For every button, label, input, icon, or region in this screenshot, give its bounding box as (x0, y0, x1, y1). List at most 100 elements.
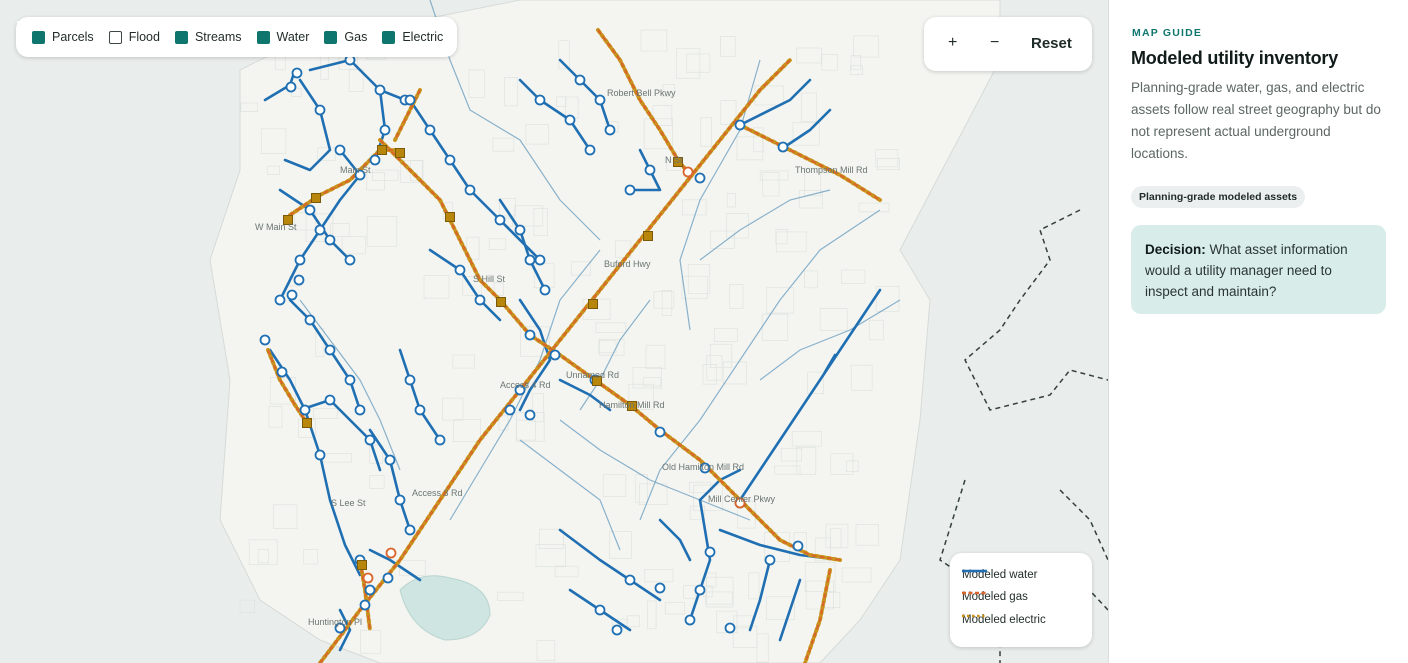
water-valve (314, 224, 326, 236)
layer-label: Gas (344, 30, 368, 44)
label-unnamed: Unnamed Rd (566, 370, 619, 380)
checkbox-icon[interactable] (108, 30, 122, 44)
legend-item-water: Modeled water (962, 569, 1037, 581)
water-valve (464, 184, 476, 196)
water-valve (304, 204, 316, 216)
layer-label: Streams (194, 30, 242, 44)
water-valve (314, 449, 326, 461)
map-guide-sidebar: MAP GUIDE Modeled utility inventory Plan… (1108, 0, 1408, 663)
water-valve (504, 404, 516, 416)
label-thompson: Thompson Mill Rd (795, 165, 868, 175)
electric-substation (302, 418, 312, 428)
label-main-st: Main St (340, 165, 371, 175)
checkbox-icon[interactable] (16, 18, 45, 44)
label-access3: Access 3 Rd (412, 488, 463, 498)
sidebar-eyebrow: MAP GUIDE (1132, 27, 1203, 39)
map-canvas[interactable]: Robert Bell Pkwy Main St W Main St N St … (0, 0, 1108, 663)
status-badge: Planning-grade modeled assets (1131, 186, 1306, 208)
layer-toggle-panel: Parcels Flood Streams Water Gas Electric (16, 17, 458, 57)
layer-toggle-flood[interactable]: Flood (108, 30, 160, 44)
reset-button[interactable]: Reset (1031, 35, 1072, 52)
water-valve (384, 454, 396, 466)
water-valve (382, 572, 394, 584)
water-valve (564, 114, 576, 126)
water-valve (611, 624, 623, 636)
water-valve (404, 374, 416, 386)
checkbox-icon[interactable] (16, 18, 338, 44)
water-valve (434, 434, 446, 446)
checkbox-icon[interactable] (16, 18, 396, 44)
water-valve (394, 494, 406, 506)
water-valve (654, 426, 666, 438)
decision-callout: Decision: What asset information would a… (1131, 225, 1386, 314)
water-valve (424, 124, 436, 136)
water-valve (624, 574, 636, 586)
water-valve (474, 294, 486, 306)
water-valve (344, 374, 356, 386)
water-valve (777, 141, 789, 153)
water-valve (359, 599, 371, 611)
zoom-in-button[interactable]: + (948, 34, 957, 52)
water-valve (314, 104, 326, 116)
water-valve (404, 94, 416, 106)
legend: Modeled water Modeled gas Modeled electr… (950, 553, 1092, 647)
parcel (239, 599, 255, 614)
water-valve (724, 622, 736, 634)
water-valve (369, 154, 381, 166)
layer-label: Flood (128, 30, 160, 44)
layer-toggle-streams[interactable]: Streams (16, 18, 242, 44)
water-valve (293, 274, 305, 286)
water-valve (494, 214, 506, 226)
layer-toggle-electric[interactable]: Electric (16, 18, 443, 44)
water-valve (374, 84, 386, 96)
layer-toggle-water[interactable]: Water (16, 18, 309, 44)
map-svg[interactable]: Robert Bell Pkwy Main St W Main St N St … (0, 0, 1108, 663)
water-valve (364, 434, 376, 446)
water-valve (454, 264, 466, 276)
water-valve (764, 554, 776, 566)
water-valve (654, 582, 666, 594)
water-valve (324, 344, 336, 356)
electric-line-icon (962, 614, 987, 618)
label-mill-center: Mill Center Pkwy (708, 494, 776, 504)
legend-item-electric: Modeled electric (962, 614, 1046, 626)
water-valve (694, 584, 706, 596)
water-valve (704, 546, 716, 558)
decision-label: Decision: (1145, 242, 1206, 257)
water-valve (285, 81, 297, 93)
water-valve (404, 524, 416, 536)
gas-valve (682, 166, 694, 178)
water-valve (286, 289, 298, 301)
electric-substation (588, 299, 598, 309)
water-valve (684, 614, 696, 626)
checkbox-icon[interactable] (16, 18, 270, 44)
electric-substation (395, 148, 405, 158)
electric-substation (377, 145, 387, 155)
layer-toggle-parcels[interactable]: Parcels (16, 18, 94, 44)
label-huntington: Huntington Pl (308, 617, 362, 627)
sidebar-title: Modeled utility inventory (1131, 48, 1339, 68)
gas-line-icon (962, 591, 987, 595)
label-w-main: W Main St (255, 222, 297, 232)
water-valve (734, 119, 746, 131)
electric-substation (643, 231, 653, 241)
water-valve (379, 124, 391, 136)
water-valve (364, 584, 376, 596)
water-valve (334, 144, 346, 156)
water-valve (524, 254, 536, 266)
label-s-lee: S Lee St (331, 498, 366, 508)
water-valve (524, 409, 536, 421)
water-valve (414, 404, 426, 416)
water-valve (324, 394, 336, 406)
water-valve (344, 254, 356, 266)
water-valve (534, 94, 546, 106)
label-old-hamilton: Old Hamilton Mill Rd (662, 462, 744, 472)
zoom-out-button[interactable]: − (990, 34, 999, 52)
checkbox-icon[interactable] (16, 18, 188, 44)
layer-toggle-gas[interactable]: Gas (16, 18, 368, 44)
water-valve (574, 74, 586, 86)
electric-substation (496, 297, 506, 307)
water-valve (324, 234, 336, 246)
water-valve (624, 184, 636, 196)
water-valve (694, 172, 706, 184)
